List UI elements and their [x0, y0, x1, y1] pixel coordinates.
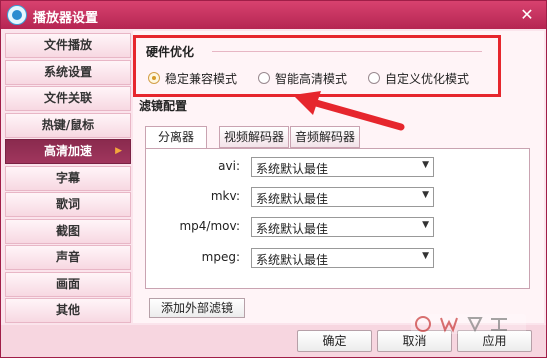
sidebar-item-system-settings[interactable]: 系统设置	[5, 59, 131, 85]
sidebar-item-label: 文件关联	[43, 91, 92, 105]
select-value: 系统默认最佳	[256, 253, 329, 267]
radio-label: 智能高清模式	[275, 72, 348, 86]
tab-panel: avi: 系统默认最佳 ▼ mkv: 系统默认最佳 ▼ mp4/mov: 系统默…	[145, 148, 530, 289]
sidebar-item-screenshot[interactable]: 截图	[5, 218, 131, 244]
radio-dot-icon	[258, 72, 270, 84]
sidebar-item-subtitles[interactable]: 字幕	[5, 165, 131, 191]
sidebar-item-label: 声音	[55, 250, 80, 264]
select-value: 系统默认最佳	[256, 192, 329, 206]
group-title: 硬件优化	[146, 45, 195, 59]
sidebar-item-label: 系统设置	[43, 64, 92, 79]
tab-splitter[interactable]: 分离器	[145, 126, 207, 149]
select-value: 系统默认最佳	[256, 162, 329, 176]
caret-down-icon: ▼	[422, 220, 429, 230]
sidebar-item-label: 高清加速	[43, 144, 92, 158]
radio-dot-icon	[368, 72, 380, 84]
sidebar-item-label: 字幕	[55, 170, 80, 185]
select-value: 系统默认最佳	[256, 222, 329, 236]
radio-label: 稳定兼容模式	[165, 72, 238, 86]
settings-panel: 硬件优化 稳定兼容模式 智能高清模式 自定义优化模式 滤镜配置 分离器 视频解码…	[133, 31, 544, 323]
annotation-arrow-icon	[293, 91, 405, 131]
sidebar-item-sound[interactable]: 声音	[5, 245, 131, 270]
sidebar-item-label: 其他	[55, 303, 80, 317]
sidebar-item-hotkeys-mouse[interactable]: 热键/鼠标	[5, 112, 131, 138]
sidebar-item-label: 截图	[55, 223, 80, 238]
divider	[212, 51, 482, 52]
settings-sidebar: 文件播放 系统设置 文件关联 热键/鼠标 高清加速 ▶ 字幕 歌词 截图 声音 画…	[5, 33, 131, 325]
settings-window: 播放器设置 ✕ 文件播放 系统设置 文件关联 热键/鼠标 高清加速 ▶ 字幕 歌词…	[0, 0, 547, 358]
triangle-right-icon: ▶	[115, 146, 122, 156]
sidebar-item-hd-acceleration[interactable]: 高清加速 ▶	[5, 139, 131, 164]
sidebar-item-label: 文件播放	[43, 38, 92, 52]
player-logo-icon	[7, 5, 27, 25]
sidebar-item-label: 画面	[55, 276, 80, 291]
section-title: 滤镜配置	[139, 99, 188, 113]
sidebar-item-label: 热键/鼠标	[41, 117, 95, 132]
radio-dot-icon	[148, 72, 160, 84]
field-label: mpeg:	[201, 250, 240, 264]
tab-audio-decoder[interactable]: 音频解码器	[290, 126, 360, 148]
radio-label: 自定义优化模式	[385, 72, 470, 86]
caret-down-icon: ▼	[422, 251, 429, 261]
ok-button[interactable]: 确定	[297, 330, 372, 352]
sidebar-item-file-association[interactable]: 文件关联	[5, 86, 131, 111]
add-external-filter-button[interactable]: 添加外部滤镜	[149, 298, 245, 318]
mp4-mov-select[interactable]: 系统默认最佳 ▼	[251, 217, 434, 237]
caret-down-icon: ▼	[422, 160, 429, 170]
sidebar-item-label: 歌词	[55, 197, 80, 211]
field-label: mkv:	[210, 189, 240, 203]
sidebar-item-file-playback[interactable]: 文件播放	[5, 33, 131, 58]
close-icon[interactable]: ✕	[518, 6, 536, 24]
tab-video-decoder[interactable]: 视频解码器	[219, 126, 289, 148]
field-label: mp4/mov:	[179, 219, 240, 233]
sidebar-item-picture[interactable]: 画面	[5, 271, 131, 297]
mpeg-select[interactable]: 系统默认最佳 ▼	[251, 248, 434, 268]
mkv-select[interactable]: 系统默认最佳 ▼	[251, 187, 434, 207]
caret-down-icon: ▼	[422, 190, 429, 200]
field-label: avi:	[218, 159, 240, 173]
sidebar-item-lyrics[interactable]: 歌词	[5, 192, 131, 217]
watermark-logo-icon	[411, 314, 526, 334]
title-bar[interactable]: 播放器设置 ✕	[1, 1, 546, 29]
avi-select[interactable]: 系统默认最佳 ▼	[251, 157, 434, 177]
sidebar-item-other[interactable]: 其他	[5, 298, 131, 323]
window-title: 播放器设置	[33, 11, 99, 26]
